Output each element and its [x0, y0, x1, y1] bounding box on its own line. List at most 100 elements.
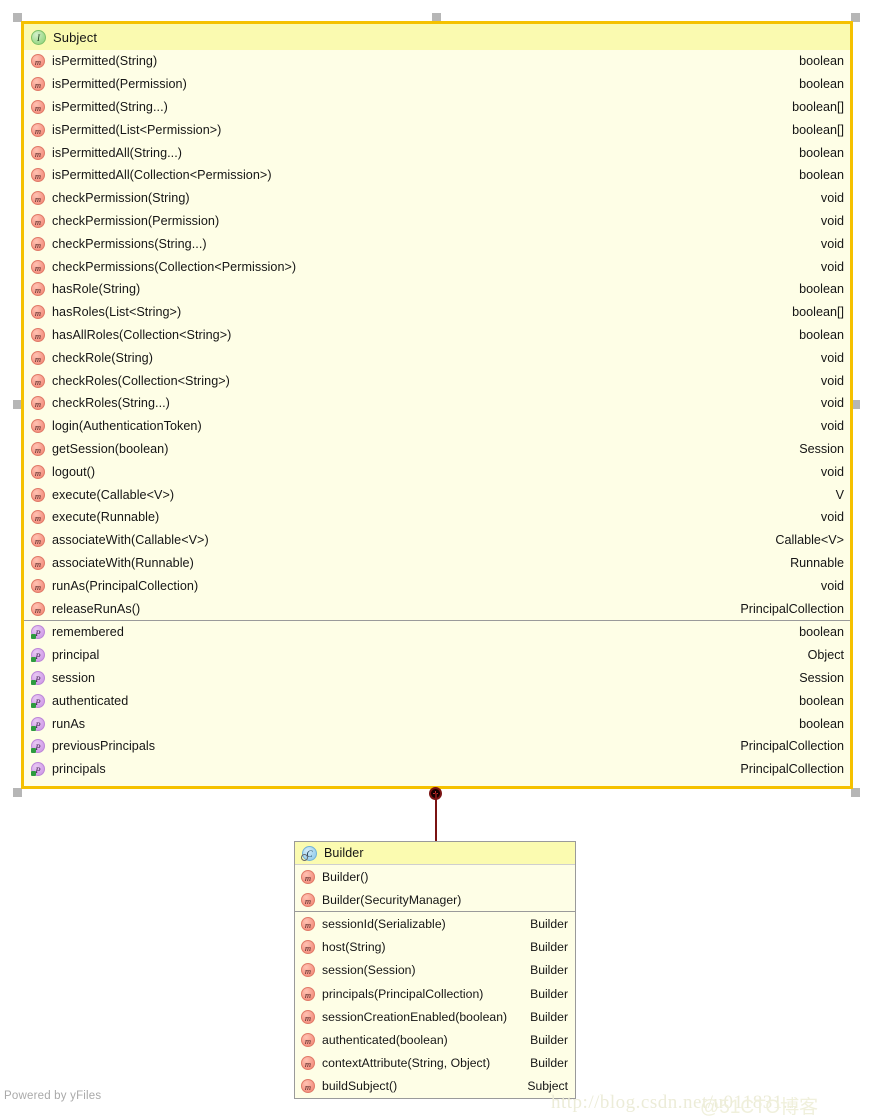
member-name: checkRole(String) [52, 350, 153, 365]
member-name: runAs [52, 716, 86, 731]
method-row[interactable]: m hasRoles(List<String>) boolean[] [24, 301, 850, 324]
method-row[interactable]: m isPermitted(Permission) boolean [24, 73, 850, 96]
member-type: void [820, 191, 844, 206]
method-row[interactable]: m sessionId(Serializable) Builder [295, 912, 575, 935]
method-row[interactable]: m isPermittedAll(Collection<Permission>) b… [24, 164, 850, 187]
field-row[interactable]: PrunAs boolean [24, 712, 850, 735]
method-row[interactable]: m principals(PrincipalCollection) Builder [295, 982, 575, 1005]
property-icon: P [31, 716, 45, 731]
method-row[interactable]: m logout() void [24, 460, 850, 483]
method-row[interactable]: m checkPermissions(String...) void [24, 232, 850, 255]
member-name: sessionCreationEnabled(boolean) [322, 1009, 508, 1024]
member-type: PrincipalCollection [740, 739, 844, 754]
method-row[interactable]: m checkPermission(String) void [24, 187, 850, 210]
property-icon: P [31, 648, 45, 663]
member-name: remembered [52, 625, 124, 640]
method-icon: m [31, 77, 45, 92]
field-row[interactable]: PpreviousPrincipals PrincipalCollection [24, 735, 850, 758]
member-type: PrincipalCollection [740, 601, 844, 616]
member-type: boolean[] [792, 305, 844, 320]
method-row[interactable]: m getSession(boolean) Session [24, 438, 850, 461]
method-icon: m [31, 191, 45, 206]
method-icon: m [31, 464, 45, 479]
method-row[interactable]: m host(String) Builder [295, 936, 575, 959]
selection-handle-bottom-right[interactable] [851, 788, 860, 797]
field-row[interactable]: Pprincipal Object [24, 644, 850, 667]
member-type: Builder [530, 1056, 568, 1071]
method-icon: m [301, 1032, 315, 1047]
method-row[interactable]: m associateWith(Callable<V>) Callable<V> [24, 529, 850, 552]
method-icon: m [301, 892, 315, 907]
member-name: runAs(PrincipalCollection) [52, 578, 199, 593]
method-row[interactable]: m buildSubject() Subject [295, 1075, 575, 1098]
method-row[interactable]: m authenticated(boolean) Builder [295, 1028, 575, 1051]
member-name: sessionId(Serializable) [322, 916, 446, 931]
method-row[interactable]: m hasAllRoles(Collection<String>) boolean [24, 324, 850, 347]
field-row[interactable]: Pprincipals PrincipalCollection [24, 758, 850, 781]
method-row[interactable]: m execute(Runnable) void [24, 506, 850, 529]
method-row[interactable]: m session(Session) Builder [295, 959, 575, 982]
method-icon: m [31, 350, 45, 365]
method-row[interactable]: m checkRoles(String...) void [24, 392, 850, 415]
method-icon: m [31, 555, 45, 570]
member-type: Callable<V> [775, 533, 844, 548]
builder-constructors-section: m Builder() m Builder(SecurityManager) [295, 865, 575, 911]
member-type: boolean [799, 327, 844, 342]
method-row[interactable]: m Builder(SecurityManager) [295, 888, 575, 911]
uml-class-builder[interactable]: C Builder m Builder() m Builder(SecurityMan… [294, 841, 576, 1099]
builder-header: C Builder [295, 842, 575, 865]
member-type: boolean[] [792, 99, 844, 114]
method-icon: m [31, 122, 45, 137]
method-row[interactable]: m releaseRunAs() PrincipalCollection [24, 597, 850, 620]
method-icon: m [31, 168, 45, 183]
member-name: principals [52, 762, 106, 777]
method-row[interactable]: m checkRoles(Collection<String>) void [24, 369, 850, 392]
method-row[interactable]: m isPermitted(List<Permission>) boolean[] [24, 118, 850, 141]
method-row[interactable]: m isPermitted(String...) boolean[] [24, 96, 850, 119]
member-name: execute(Runnable) [52, 510, 160, 525]
member-type: Builder [530, 940, 568, 955]
method-row[interactable]: m checkPermission(Permission) void [24, 210, 850, 233]
subject-title: Subject [53, 29, 98, 45]
method-row[interactable]: m login(AuthenticationToken) void [24, 415, 850, 438]
method-row[interactable]: m checkRole(String) void [24, 346, 850, 369]
member-name: checkPermissions(String...) [52, 236, 207, 251]
connector-line [435, 793, 437, 841]
method-row[interactable]: m isPermittedAll(String...) boolean [24, 141, 850, 164]
method-icon: m [31, 396, 45, 411]
method-row[interactable]: m checkPermissions(Collection<Permission>… [24, 255, 850, 278]
field-row[interactable]: Premembered boolean [24, 621, 850, 644]
method-icon: m [31, 487, 45, 502]
member-name: checkPermissions(Collection<Permission>) [52, 259, 297, 274]
method-row[interactable]: m runAs(PrincipalCollection) void [24, 574, 850, 597]
member-type: boolean [799, 716, 844, 731]
member-type: Builder [530, 1032, 568, 1047]
field-row[interactable]: Psession Session [24, 667, 850, 690]
subject-header: I Subject [24, 24, 850, 50]
member-type: Session [799, 670, 844, 685]
member-name: checkPermission(Permission) [52, 213, 220, 228]
method-icon: m [31, 54, 45, 69]
method-row[interactable]: m associateWith(Runnable) Runnable [24, 552, 850, 575]
method-icon: m [31, 601, 45, 616]
field-row[interactable]: Pauthenticated boolean [24, 689, 850, 712]
member-name: principal [52, 648, 100, 663]
method-row[interactable]: m hasRole(String) boolean [24, 278, 850, 301]
selection-handle-bottom-left[interactable] [13, 788, 22, 797]
method-row[interactable]: m isPermitted(String) boolean [24, 50, 850, 73]
uml-class-subject[interactable]: I Subject m isPermitted(String) boolean m is… [21, 21, 853, 789]
method-row[interactable]: m execute(Callable<V>) V [24, 483, 850, 506]
method-row[interactable]: m contextAttribute(String, Object) Builder [295, 1052, 575, 1075]
method-row[interactable]: m Builder() [295, 865, 575, 888]
member-type: Session [799, 441, 844, 456]
member-type: V [835, 487, 844, 502]
member-name: previousPrincipals [52, 739, 156, 754]
method-row[interactable]: m sessionCreationEnabled(boolean) Builder [295, 1005, 575, 1028]
member-type: void [820, 419, 844, 434]
member-type: void [820, 236, 844, 251]
property-icon: P [31, 762, 45, 777]
method-icon: m [31, 99, 45, 114]
member-type: boolean [799, 625, 844, 640]
property-icon: P [31, 693, 45, 708]
subject-methods-section: m isPermitted(String) boolean m isPermitted(… [24, 50, 850, 620]
